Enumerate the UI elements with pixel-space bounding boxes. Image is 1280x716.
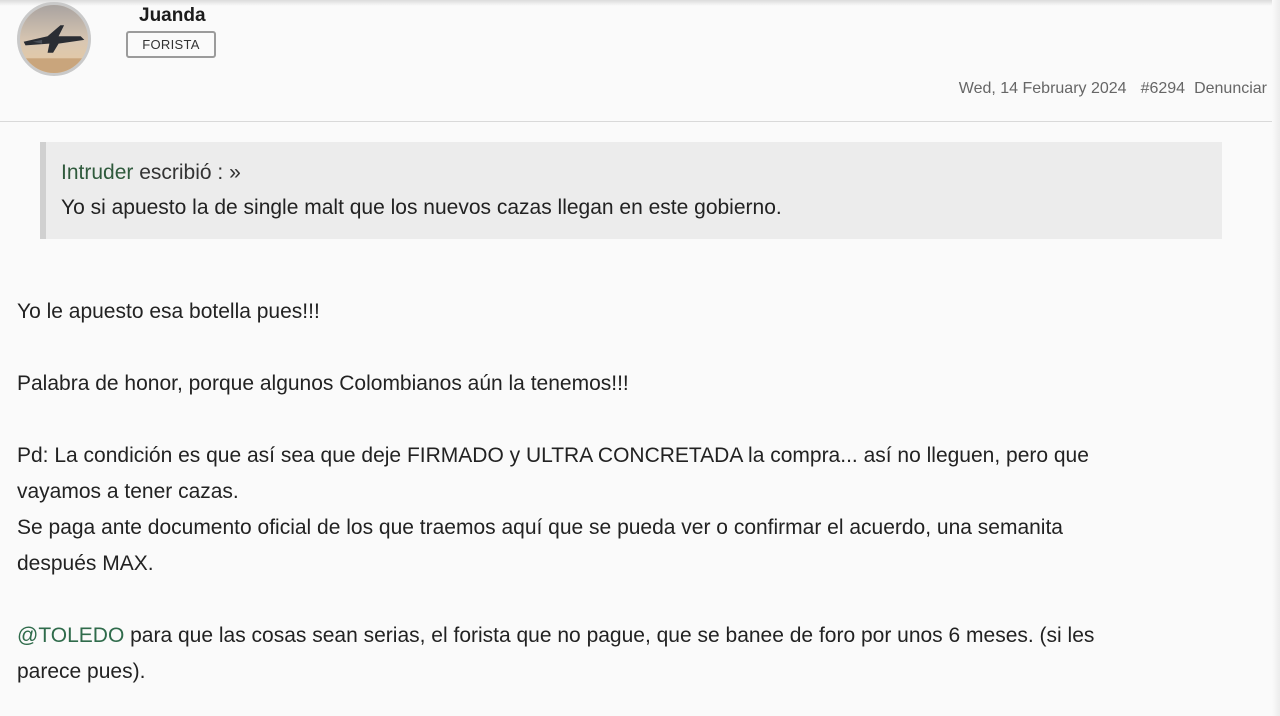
username[interactable]: Juanda: [139, 5, 206, 27]
post-header: Juanda FORISTA Wed, 14 February 2024 #62…: [0, 0, 1280, 122]
quote-block: Intruder escribió : » Yo si apuesto la d…: [40, 142, 1222, 239]
quote-header: Intruder escribió : »: [61, 157, 1222, 189]
user-mention-link[interactable]: @TOLEDO: [17, 624, 124, 647]
post-date: Wed, 14 February 2024: [958, 80, 1127, 97]
body-line: Pd: La condición es que así sea que deje…: [17, 444, 1089, 467]
fighter-jet-avatar-icon: [20, 5, 88, 73]
body-line: vayamos a tener cazas.: [17, 480, 239, 503]
body-text: para que las cosas sean serias, el foris…: [124, 624, 1095, 647]
header-divider: [0, 121, 1272, 122]
post-meta: Wed, 14 February 2024 #6294 Denunciar: [959, 80, 1267, 98]
body-line: Palabra de honor, porque algunos Colombi…: [17, 372, 629, 395]
body-line: Yo le apuesto esa botella pues!!!: [17, 300, 320, 323]
quote-text: Yo si apuesto la de single malt que los …: [61, 196, 782, 219]
body-line: parece pues).: [17, 660, 146, 683]
post-number-link[interactable]: #6294: [1141, 80, 1186, 98]
body-line: después MAX.: [17, 552, 154, 575]
quote-author-link[interactable]: Intruder: [61, 161, 133, 184]
avatar[interactable]: [17, 2, 91, 76]
body-line: Se paga ante documento oficial de los qu…: [17, 516, 1063, 539]
post-body: Yo le apuesto esa botella pues!!! Palabr…: [17, 294, 1217, 690]
report-link[interactable]: Denunciar: [1194, 80, 1267, 98]
quote-wrote-label[interactable]: escribió : »: [133, 161, 241, 184]
body-line: @TOLEDO para que las cosas sean serias, …: [17, 618, 1217, 654]
role-badge: FORISTA: [126, 31, 216, 58]
